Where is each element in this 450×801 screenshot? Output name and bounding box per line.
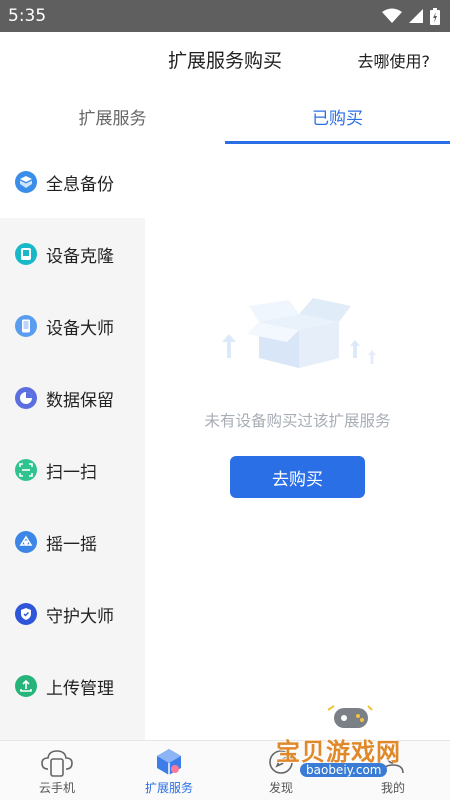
sidebar-item-guard-master[interactable]: 守护大师 xyxy=(0,578,145,650)
sidebar-item-holographic-backup[interactable]: 全息备份 xyxy=(0,146,145,218)
guard-icon xyxy=(15,603,37,625)
pie-icon xyxy=(15,387,37,409)
sidebar-item-label: 全息备份 xyxy=(46,174,114,195)
sidebar-item-label: 上传管理 xyxy=(46,678,114,699)
sidebar-item-device-master[interactable]: 设备大师 xyxy=(0,290,145,362)
sidebar-item-device-clone[interactable]: 设备克隆 xyxy=(0,218,145,290)
profile-icon xyxy=(382,752,404,774)
bottom-nav: 云手机 扩展服务 发现 我的 xyxy=(0,740,450,800)
app-header: 扩展服务购买 去哪使用? xyxy=(0,32,450,86)
cloud-phone-icon xyxy=(41,750,73,777)
sidebar-item-label: 设备克隆 xyxy=(46,246,114,267)
go-buy-button[interactable]: 去购买 xyxy=(230,456,365,498)
sidebar-item-label: 扫一扫 xyxy=(46,462,97,483)
tab-purchased[interactable]: 已购买 xyxy=(225,86,450,146)
nav-label: 发现 xyxy=(268,781,293,795)
extension-icon xyxy=(157,749,181,775)
sidebar-item-shake[interactable]: 摇一摇 xyxy=(0,506,145,578)
where-to-use-link[interactable]: 去哪使用? xyxy=(358,48,431,72)
phone-icon xyxy=(15,315,37,337)
sidebar-item-label: 设备大师 xyxy=(46,318,114,339)
scan-icon xyxy=(15,459,37,481)
nav-label: 我的 xyxy=(380,781,405,795)
wifi-icon xyxy=(382,8,402,23)
nav-extension-services[interactable]: 扩展服务 xyxy=(113,741,225,801)
nav-profile[interactable]: 我的 xyxy=(337,741,449,801)
tab-indicator xyxy=(225,141,450,144)
upload-icon xyxy=(15,675,37,697)
sidebar-item-data-retention[interactable]: 数据保留 xyxy=(0,362,145,434)
sidebar-item-label: 数据保留 xyxy=(46,390,114,411)
sidebar-item-upload-management[interactable]: 上传管理 xyxy=(0,650,145,722)
empty-message: 未有设备购买过该扩展服务 xyxy=(204,412,391,430)
nav-discover[interactable]: 发现 xyxy=(225,741,337,801)
nav-cloud-phone[interactable]: 云手机 xyxy=(1,741,113,801)
discover-icon xyxy=(269,750,293,774)
empty-box-illustration xyxy=(222,298,376,368)
nav-label: 云手机 xyxy=(38,781,75,795)
sidebar-item-label: 守护大师 xyxy=(46,606,114,627)
tab-extension-services[interactable]: 扩展服务 xyxy=(0,86,225,146)
battery-icon xyxy=(430,7,440,25)
status-time: 5:35 xyxy=(8,6,47,26)
sidebar-item-label: 摇一摇 xyxy=(46,534,97,555)
shake-icon xyxy=(15,531,37,553)
cube-icon xyxy=(15,171,37,193)
signal-icon xyxy=(409,9,423,23)
nav-label: 扩展服务 xyxy=(144,781,193,795)
purchased-content: 未有设备购买过该扩展服务 去购买 xyxy=(145,146,450,740)
sidebar-item-scan[interactable]: 扫一扫 xyxy=(0,434,145,506)
clone-icon xyxy=(15,243,37,265)
sidebar: 全息备份 设备克隆 设备大师 数据保留 扫一扫 摇一摇 守护大师 上传管理 xyxy=(0,146,145,740)
tab-bar: 扩展服务 已购买 xyxy=(0,86,450,146)
status-bar: 5:35 xyxy=(0,0,450,32)
